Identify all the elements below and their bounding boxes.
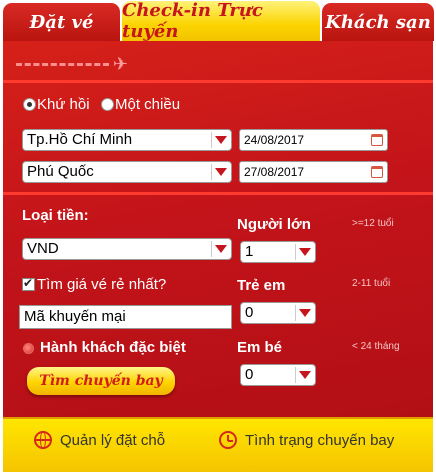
departure-date-value: 24/08/2017	[244, 133, 305, 147]
destination-select[interactable]: Phú Quốc	[22, 161, 232, 183]
adults-value: 1	[245, 243, 254, 260]
special-passenger-link[interactable]: Hành khách đặc biệt	[40, 339, 186, 356]
currency-value: VND	[27, 240, 59, 257]
flight-status-link[interactable]: Tình trạng chuyến bay	[219, 431, 394, 449]
globe-icon	[34, 431, 52, 449]
currency-select[interactable]: VND	[22, 238, 232, 260]
manage-booking-link[interactable]: Quản lý đặt chỗ	[34, 431, 165, 449]
currency-label: Loại tiền:	[22, 207, 89, 224]
round-trip-label: Khứ hồi	[37, 96, 90, 113]
cheapest-fare-label: Tìm giá vé rẻ nhất?	[37, 276, 167, 293]
clock-icon	[219, 431, 237, 449]
return-date-value: 27/08/2017	[244, 165, 305, 179]
departure-date-field[interactable]: 24/08/2017	[239, 129, 388, 151]
children-label: Trẻ em	[237, 277, 286, 294]
one-way-label: Một chiều	[115, 96, 181, 113]
chevron-down-icon	[295, 244, 313, 260]
adults-select[interactable]: 1	[240, 241, 316, 263]
tab-online-checkin[interactable]: Check-in Trực tuyến	[122, 0, 320, 42]
manage-booking-label: Quản lý đặt chỗ	[60, 431, 166, 449]
cheapest-fare-checkbox[interactable]	[22, 276, 35, 291]
calendar-icon[interactable]	[371, 134, 383, 146]
children-age-hint: 2-11 tuổi	[352, 278, 391, 289]
plane-decoration: ✈	[16, 54, 128, 74]
origin-select[interactable]: Tp.Hồ Chí Minh	[22, 129, 232, 151]
tab-hotel[interactable]: Khách sạn	[322, 3, 434, 41]
round-trip-radio[interactable]	[23, 98, 36, 111]
chevron-down-icon	[211, 164, 229, 180]
plane-icon: ✈	[112, 54, 128, 74]
chevron-down-icon	[295, 367, 313, 383]
one-way-radio[interactable]	[101, 98, 114, 111]
tab-book-flight[interactable]: Đặt vé	[3, 3, 120, 41]
divider	[3, 192, 433, 195]
divider	[3, 80, 433, 83]
children-value: 0	[245, 304, 254, 321]
promo-code-input[interactable]: Mã khuyến mại	[19, 305, 232, 329]
chevron-down-icon	[211, 241, 229, 257]
special-passenger-icon[interactable]	[23, 343, 34, 354]
chevron-down-icon	[295, 305, 313, 321]
adults-age-hint: >=12 tuổi	[352, 218, 394, 229]
flight-status-label: Tình trạng chuyến bay	[245, 431, 395, 449]
adults-label: Người lớn	[237, 216, 311, 233]
infants-age-hint: < 24 tháng	[352, 341, 400, 352]
chevron-down-icon	[211, 132, 229, 148]
search-flights-button[interactable]: Tìm chuyến bay	[27, 367, 175, 395]
return-date-field[interactable]: 27/08/2017	[239, 161, 388, 183]
origin-value: Tp.Hồ Chí Minh	[27, 131, 133, 148]
infants-value: 0	[245, 366, 254, 383]
destination-value: Phú Quốc	[27, 163, 94, 180]
infants-label: Em bé	[237, 339, 283, 356]
calendar-icon[interactable]	[371, 166, 383, 178]
infants-select[interactable]: 0	[240, 364, 316, 386]
children-select[interactable]: 0	[240, 302, 316, 324]
